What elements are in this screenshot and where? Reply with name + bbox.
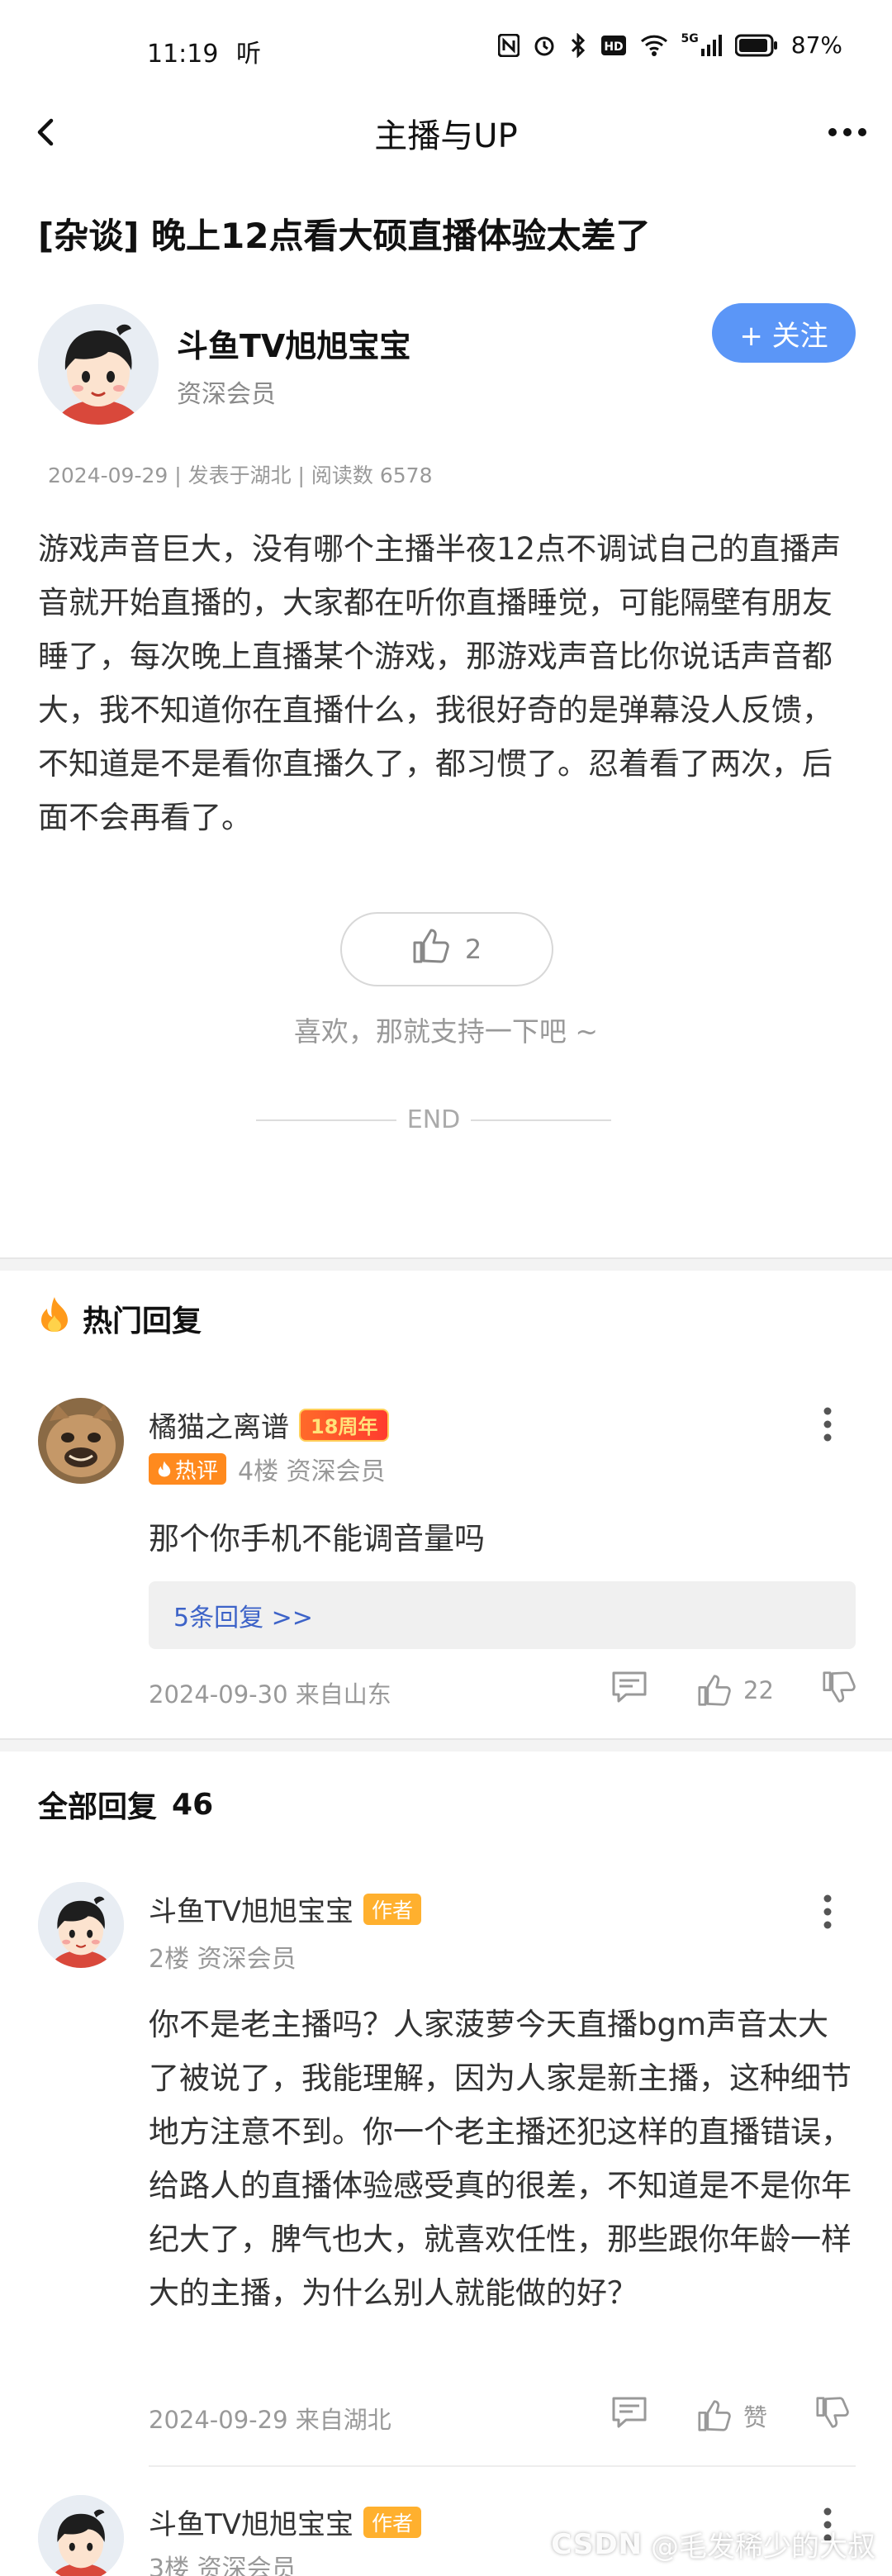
author-badge-text: 作者 [372,1898,414,1922]
reply-icon[interactable] [611,1671,648,1709]
follow-button[interactable]: + 关注 [712,303,856,363]
commenter-name-row: 橘猫之离谱 18周年 [149,1404,390,1445]
svg-text:HD: HD [604,40,623,54]
comment-more-icon[interactable] [818,1404,837,1444]
battery-percent: 87% [790,31,842,59]
thumbs-down-icon[interactable] [815,2396,850,2435]
floor-level: 3楼 资深会员 [149,2555,297,2576]
comment-actions: 赞 [611,2396,850,2435]
commenter-sub-row: 热评 4楼 资深会员 [149,1451,386,1487]
follow-label: + 关注 [739,319,828,353]
cellular-signal-icon: 5G [681,32,722,59]
all-replies-header: 全部回复 46 [38,1783,213,1826]
thumbs-up-icon [412,928,450,971]
watermark-text: @毛发稀少的大叔 [651,2531,875,2564]
author-badge: 作者 [363,1893,422,1925]
like-post-button[interactable]: 2 [340,912,553,986]
end-line-left [256,1119,396,1121]
network-type: 5G [681,31,699,45]
status-icons: HD 5G 87% [497,31,842,59]
comment-more-icon[interactable] [818,1892,837,1932]
flame-small-icon [158,1461,171,1477]
flame-icon [38,1295,71,1341]
author-badge-text: 作者 [372,2511,414,2536]
section-divider [0,1257,892,1271]
end-marker: END [256,1105,611,1134]
status-glyph: 听 [236,40,262,69]
commenter-name[interactable]: 斗鱼TV旭旭宝宝 [149,1889,353,1929]
comment-actions: 22 [611,1671,856,1709]
end-line-right [471,1119,611,1121]
end-label: END [406,1105,461,1134]
wifi-icon [640,32,668,59]
like-hint: 喜欢，那就支持一下吧 ~ [293,1015,599,1048]
hot-replies-header: 热门回复 [38,1295,202,1341]
floor-level: 4楼 资深会员 [238,1457,386,1486]
comment-date-location: 2024-09-30 来自山东 [149,1680,391,1709]
status-time: 11:19 听 [147,33,261,69]
post-title: [杂谈] 晚上12点看大硕直播体验太差了 [38,216,651,256]
anniversary-badge-text: 18周年 [311,1415,378,1438]
comment-like-label: 赞 [743,2403,768,2431]
comment-like-count: 22 [743,1675,774,1704]
status-bar: 11:19 听 HD 5G 87% [0,0,892,99]
commenter-name-row: 斗鱼TV旭旭宝宝 作者 [149,2502,422,2542]
all-replies-title: 全部回复 [38,1790,158,1824]
author-avatar[interactable] [38,304,159,425]
commenter-avatar[interactable] [38,1882,124,1968]
comment-like-button[interactable]: 22 [697,1674,774,1707]
section-divider [0,1738,892,1751]
author-level: 资深会员 [177,380,276,409]
commenter-name[interactable]: 斗鱼TV旭旭宝宝 [149,2502,353,2542]
hot-replies-title: 热门回复 [83,1304,202,1338]
commenter-name[interactable]: 橘猫之离谱 [149,1404,289,1445]
watermark: CSDN @毛发稀少的大叔 [551,2524,875,2564]
title-bar: 主播与UP [0,99,892,165]
commenter-name-row: 斗鱼TV旭旭宝宝 作者 [149,1889,422,1929]
commenter-avatar[interactable] [38,1398,124,1484]
clock-text: 11:19 [147,40,219,69]
more-options-icon[interactable] [823,112,872,152]
page-title: 主播与UP [374,117,518,155]
author-name[interactable]: 斗鱼TV旭旭宝宝 [177,321,410,366]
post-body: 游戏声音巨大，没有哪个主播半夜12点不调试自己的直播声音就开始直播的，大家都在听… [38,531,842,835]
bluetooth-icon [569,32,587,59]
post-meta: 2024-09-29 | 发表于湖北 | 阅读数 6578 [48,463,433,487]
comment-date-location: 2024-09-29 来自湖北 [149,2406,391,2434]
commenter-sub-row: 2楼 资深会员 [149,1938,297,1975]
hot-badge-text: 热评 [175,1458,219,1484]
comment-like-button[interactable]: 赞 [697,2398,767,2433]
author-badge: 作者 [363,2506,422,2538]
comment-text: 你不是老主播吗？人家菠萝今天直播bgm声音太大了被说了，我能理解，因为人家是新主… [149,2007,852,2311]
floor-level: 2楼 资深会员 [149,1945,297,1974]
watermark-logo: CSDN [551,2527,643,2561]
like-count: 2 [464,934,482,965]
battery-icon [734,32,778,59]
hd-icon: HD [600,32,627,59]
commenter-avatar[interactable] [38,2495,124,2576]
alarm-icon [533,32,556,59]
commenter-sub-row: 3楼 资深会员 [149,2548,297,2576]
nfc-icon [497,32,520,59]
comment-text: 那个你手机不能调音量吗 [149,1521,485,1557]
thumbs-up-icon [698,1674,731,1706]
thumbs-up-icon [698,2399,731,2431]
comment-divider [149,2465,856,2467]
anniversary-badge: 18周年 [299,1408,390,1442]
all-replies-count: 46 [172,1787,214,1822]
thumbs-down-icon[interactable] [822,1671,856,1709]
reply-icon[interactable] [611,2396,648,2435]
view-replies-link[interactable]: 5条回复 >> [149,1581,856,1649]
hot-comment-badge: 热评 [149,1453,227,1485]
view-replies-text: 5条回复 >> [173,1604,313,1633]
